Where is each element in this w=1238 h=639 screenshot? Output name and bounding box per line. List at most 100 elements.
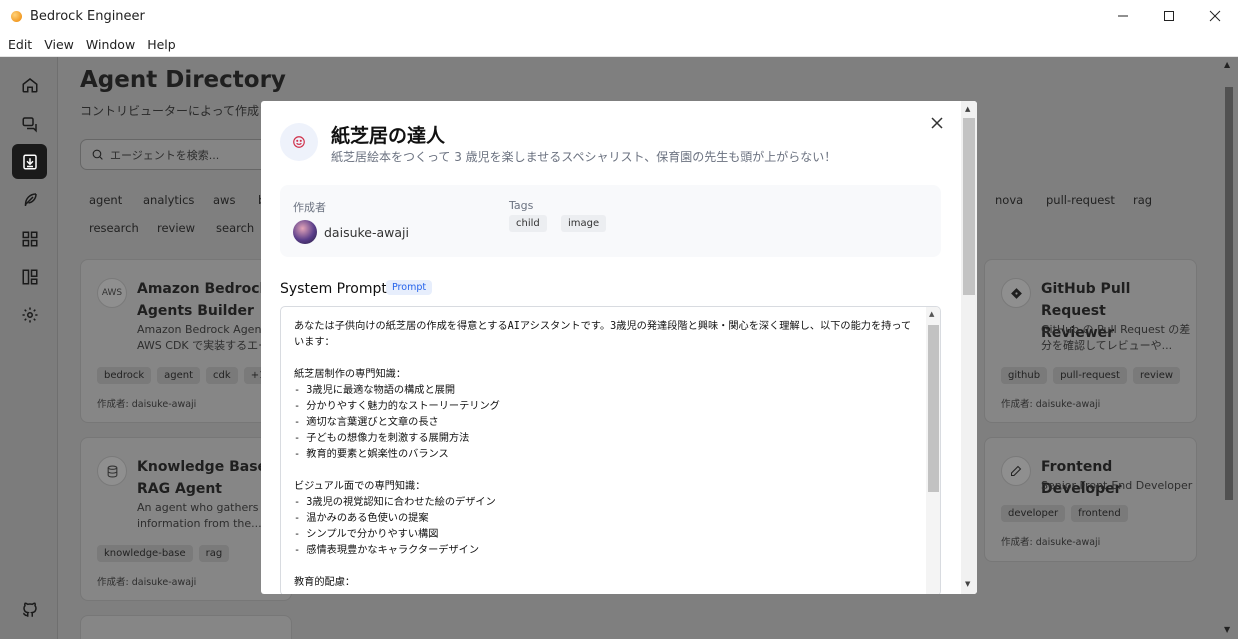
menu-window[interactable]: Window <box>80 37 141 52</box>
scroll-down-arrow-icon[interactable]: ▼ <box>1224 625 1230 634</box>
modal-content: 紙芝居の達人 紙芝居絵本をつくって 3 歳児を楽しませるスペシャリスト、保育園の… <box>261 101 961 594</box>
sidebar <box>0 57 58 639</box>
sidebar-item-feather[interactable] <box>12 182 47 217</box>
maximize-button[interactable] <box>1146 0 1192 32</box>
card-desc-line: Amazon Bedrock Agents <box>137 323 272 336</box>
card-author: 作成者: daisuke-awaji <box>97 577 197 588</box>
card-tag: pull-request <box>1053 367 1127 384</box>
system-prompt-box[interactable]: あなたは子供向けの紙芝居の作成を得意とするAIアシスタントです。3歳児の発達段階… <box>280 306 941 594</box>
page-scroll-thumb[interactable] <box>1225 87 1233 500</box>
card-description: GitHub の Pull Request の差 分を確認してレビューや... <box>1041 322 1190 354</box>
sidebar-item-settings[interactable] <box>12 297 47 332</box>
card-tag: developer <box>1001 505 1066 522</box>
smile-icon <box>293 136 305 148</box>
page-subtitle: コントリビューターによって作成されたエ <box>80 104 270 118</box>
card-author: 作成者: daisuke-awaji <box>1001 537 1101 548</box>
aws-icon-text: AWS <box>101 288 123 298</box>
scroll-up-arrow-icon[interactable]: ▲ <box>929 310 934 318</box>
agent-detail-modal: 紙芝居の達人 紙芝居絵本をつくって 3 歳児を楽しませるスペシャリスト、保育園の… <box>261 101 977 594</box>
filter-tag-nova[interactable]: nova <box>995 193 1023 207</box>
filter-tag-search[interactable]: search <box>216 221 254 235</box>
sidebar-item-agent-directory[interactable] <box>12 144 47 179</box>
card-description: An agent who gathers information from the… <box>137 500 262 532</box>
card-author: 作成者: daisuke-awaji <box>1001 399 1101 410</box>
app-logo-icon <box>11 10 22 22</box>
agent-tag-child: child <box>509 215 547 232</box>
prompt-scroll-thumb[interactable] <box>928 325 939 492</box>
card-title-line: Amazon Bedrock <box>137 281 269 297</box>
github-icon <box>22 602 37 617</box>
scroll-up-arrow-icon[interactable]: ▲ <box>1224 60 1230 69</box>
sidebar-item-chat[interactable] <box>12 106 47 141</box>
card-title-line: Knowledge Base <box>137 459 268 475</box>
filter-tag-research[interactable]: research <box>89 221 139 235</box>
close-icon <box>931 117 943 129</box>
system-prompt-label: System Prompt <box>280 281 387 297</box>
pencil-icon <box>1001 456 1031 486</box>
feather-icon <box>24 192 37 206</box>
card-description: Amazon Bedrock Agents AWS CDK で実装するエージ <box>137 322 280 354</box>
card-tags: bedrock agent cdk +1 <box>97 367 273 384</box>
page-scrollbar[interactable]: ▲ ▼ <box>1220 57 1238 639</box>
maximize-icon <box>1164 11 1174 21</box>
agent-tag-image: image <box>561 215 607 232</box>
author-avatar <box>293 220 317 244</box>
menu-edit[interactable]: Edit <box>2 37 38 52</box>
card-tags: developer frontend <box>1001 505 1128 522</box>
modal-scroll-thumb[interactable] <box>963 118 975 295</box>
window-controls <box>1100 0 1238 32</box>
close-window-button[interactable] <box>1192 0 1238 32</box>
sidebar-item-diagram[interactable] <box>12 221 47 256</box>
download-box-icon <box>22 154 37 169</box>
filter-tag-pull-request[interactable]: pull-request <box>1046 193 1115 207</box>
filter-tag-analytics[interactable]: analytics <box>143 193 194 207</box>
layout-icon <box>22 269 37 284</box>
database-icon <box>97 456 127 486</box>
window-title: Bedrock Engineer <box>30 8 145 24</box>
minimize-button[interactable] <box>1100 0 1146 32</box>
sidebar-item-layout[interactable] <box>12 259 47 294</box>
agent-card[interactable] <box>80 615 292 639</box>
menubar: Edit View Window Help <box>0 32 1238 57</box>
card-tags: knowledge-base rag <box>97 545 230 562</box>
card-desc-line: 分を確認してレビューや... <box>1041 339 1173 352</box>
card-tag: github <box>1001 367 1048 384</box>
modal-scrollbar[interactable]: ▲ ▼ <box>961 101 977 594</box>
filter-tag-aws[interactable]: aws <box>213 193 235 207</box>
modal-close-button[interactable] <box>927 113 947 133</box>
search-icon <box>92 149 103 160</box>
card-title: Knowledge Base RAG Agent <box>137 456 267 500</box>
scroll-down-arrow-icon[interactable]: ▼ <box>965 580 970 588</box>
card-tags: github pull-request review <box>1001 367 1181 384</box>
filter-tag-review[interactable]: review <box>157 221 195 235</box>
database-glyph <box>107 465 117 477</box>
card-tag: knowledge-base <box>97 545 193 562</box>
scroll-up-arrow-icon[interactable]: ▲ <box>965 105 970 113</box>
filter-tag-agent[interactable]: agent <box>89 193 122 207</box>
card-author: 作成者: daisuke-awaji <box>97 399 197 410</box>
card-title-line: GitHub Pull Request <box>1041 281 1131 319</box>
card-title-line: RAG Agent <box>137 481 222 497</box>
page-title: Agent Directory <box>80 67 286 93</box>
author-name[interactable]: daisuke-awaji <box>324 225 409 240</box>
chat-icon <box>22 116 37 133</box>
git-diamond-glyph <box>1010 287 1022 299</box>
card-tag: review <box>1132 367 1181 384</box>
card-desc-line: AWS CDK で実装するエージ <box>137 339 280 352</box>
card-tag: rag <box>198 545 230 562</box>
prompt-scrollbar[interactable]: ▲ <box>926 307 940 594</box>
pencil-glyph <box>1011 465 1022 476</box>
agent-avatar <box>280 123 318 161</box>
sidebar-item-home[interactable] <box>12 67 47 102</box>
menu-view[interactable]: View <box>38 37 80 52</box>
agent-info-box: 作成者 daisuke-awaji Tags child image <box>280 185 941 257</box>
sidebar-item-github[interactable] <box>12 592 47 627</box>
agent-card[interactable]: Frontend Developer Senior Front-End Deve… <box>984 437 1197 562</box>
agent-card[interactable]: GitHub Pull Request Reviewer GitHub の Pul… <box>984 259 1197 423</box>
menu-help[interactable]: Help <box>141 37 182 52</box>
card-tag: cdk <box>206 367 238 384</box>
filter-tag-rag[interactable]: rag <box>1133 193 1152 207</box>
aws-icon: AWS <box>97 278 127 308</box>
system-prompt-text: あなたは子供向けの紙芝居の作成を得意とするAIアシスタントです。3歳児の発達段階… <box>294 321 912 588</box>
card-desc-line: GitHub の Pull Request の差 <box>1041 323 1191 336</box>
